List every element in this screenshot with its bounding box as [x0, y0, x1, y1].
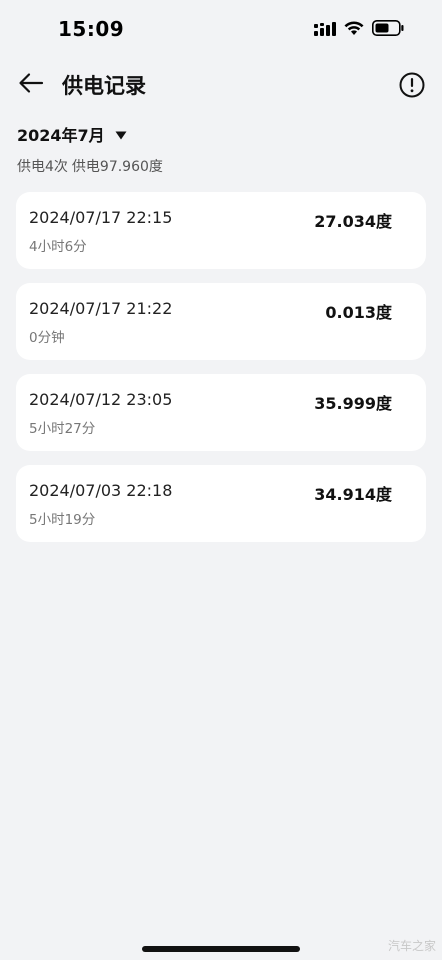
- record-card[interactable]: 2024/07/17 21:22 0分钟 0.013度: [16, 283, 426, 360]
- dropdown-triangle-icon: [115, 125, 127, 144]
- status-bar: 15:09: [0, 0, 442, 60]
- back-button[interactable]: [14, 68, 48, 102]
- month-label: 2024年7月: [17, 126, 105, 145]
- back-arrow-icon: [18, 72, 44, 98]
- info-button[interactable]: [398, 71, 426, 99]
- page-title: 供电记录: [62, 74, 146, 98]
- record-duration: 4小时6分: [29, 239, 87, 255]
- watermark: 汽车之家: [387, 939, 436, 953]
- month-selector[interactable]: 2024年7月: [17, 122, 127, 146]
- signal-icon: [314, 21, 336, 40]
- battery-icon: [372, 20, 404, 40]
- record-energy: 35.999度: [314, 394, 392, 413]
- wifi-icon: [344, 20, 364, 40]
- record-duration: 5小时19分: [29, 512, 96, 528]
- summary-total: 供电97.960度: [71, 159, 163, 175]
- record-energy: 0.013度: [325, 303, 392, 322]
- nav-bar: 供电记录: [0, 62, 442, 108]
- home-indicator[interactable]: [142, 946, 300, 952]
- record-card[interactable]: 2024/07/17 22:15 4小时6分 27.034度: [16, 192, 426, 269]
- record-datetime: 2024/07/12 23:05: [29, 390, 173, 409]
- record-duration: 5小时27分: [29, 421, 96, 437]
- record-datetime: 2024/07/17 21:22: [29, 299, 173, 318]
- records-list: 2024/07/17 22:15 4小时6分 27.034度 2024/07/1…: [16, 192, 426, 556]
- info-icon: [398, 72, 426, 103]
- record-duration: 0分钟: [29, 330, 65, 346]
- summary-count: 供电4次: [17, 159, 68, 175]
- record-card[interactable]: 2024/07/03 22:18 5小时19分 34.914度: [16, 465, 426, 542]
- record-datetime: 2024/07/17 22:15: [29, 208, 173, 227]
- record-energy: 27.034度: [314, 212, 392, 231]
- record-datetime: 2024/07/03 22:18: [29, 481, 173, 500]
- status-time: 15:09: [58, 17, 125, 41]
- status-icons: [314, 20, 404, 40]
- summary: 供电4次 供电97.960度: [17, 156, 163, 176]
- record-card[interactable]: 2024/07/12 23:05 5小时27分 35.999度: [16, 374, 426, 451]
- record-energy: 34.914度: [314, 485, 392, 504]
